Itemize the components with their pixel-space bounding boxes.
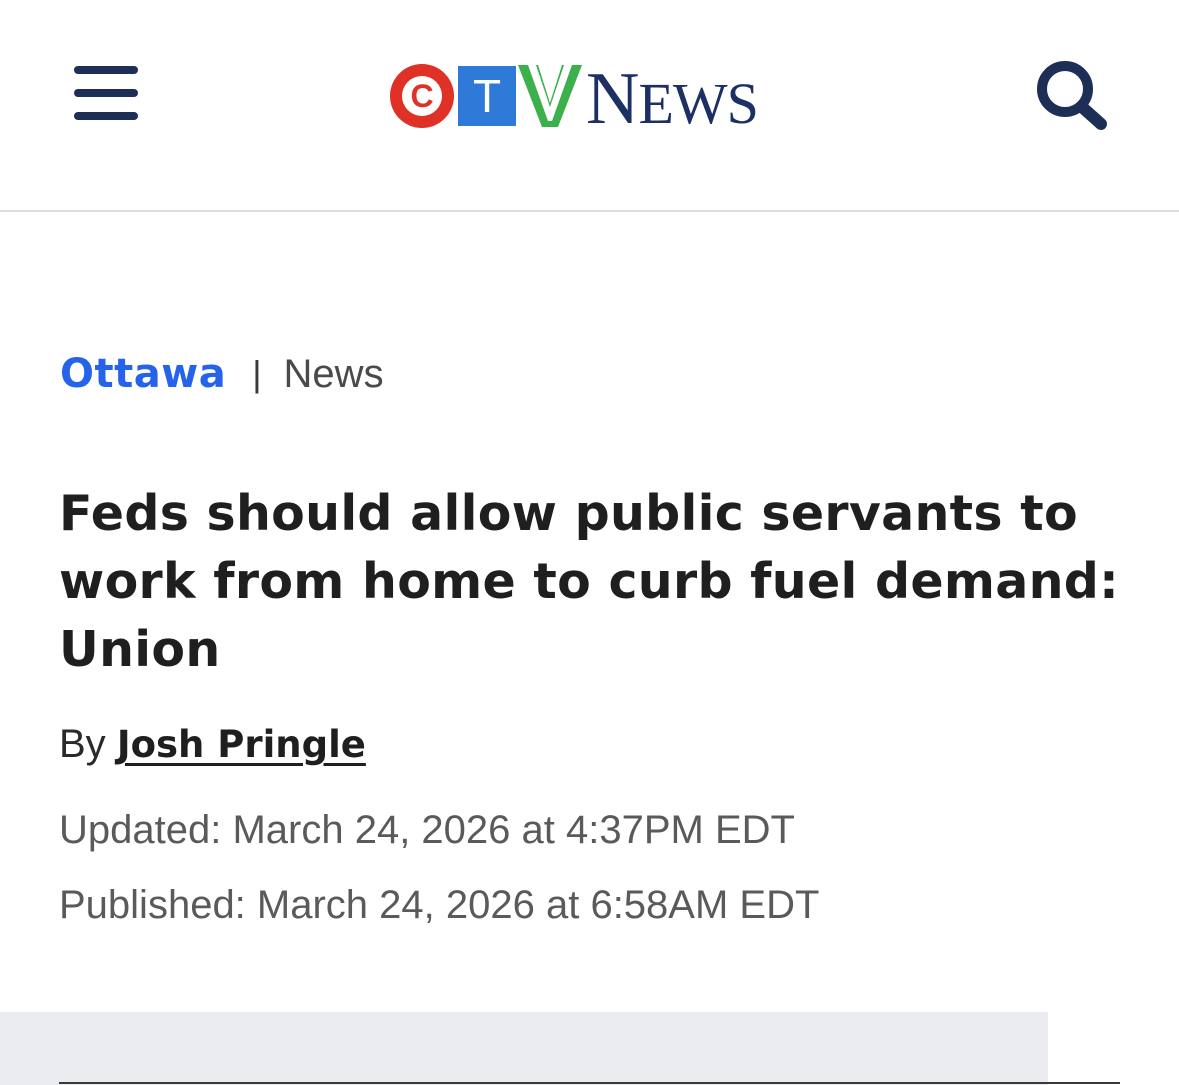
article-byline: By Josh Pringle (59, 722, 366, 767)
breadcrumb: Ottawa | News (60, 346, 384, 402)
logo-c-mark: C (390, 64, 454, 128)
breadcrumb-section-link[interactable]: Ottawa (60, 351, 226, 397)
breadcrumb-separator: | (252, 353, 262, 394)
logo-v-mark (518, 65, 582, 127)
published-timestamp: Published: March 24, 2026 at 6:58AM EDT (59, 883, 820, 927)
author-link[interactable]: Josh Pringle (117, 723, 366, 766)
hamburger-icon-bar-bottom (74, 112, 138, 120)
logo-news-wordmark: NEWS (586, 62, 759, 136)
site-header: C T NEWS (0, 0, 1179, 212)
logo-news-initial: N (586, 58, 639, 140)
hamburger-icon-bar-middle (74, 89, 138, 97)
logo-news-rest: EWS (638, 71, 758, 136)
ctv-news-logo[interactable]: C T NEWS (390, 58, 759, 136)
logo-c-letter: C (402, 76, 442, 116)
search-icon (1037, 61, 1107, 130)
byline-prefix: By (59, 722, 106, 766)
search-button[interactable] (1033, 58, 1111, 132)
content-divider (59, 1082, 1120, 1084)
breadcrumb-subsection: News (283, 351, 384, 396)
hamburger-icon-bar-top (74, 66, 138, 74)
article-headline: Feds should allow public servants to wor… (59, 485, 1120, 678)
updated-timestamp: Updated: March 24, 2026 at 4:37PM EDT (59, 808, 795, 852)
ad-placeholder (0, 1012, 1048, 1085)
logo-t-mark: T (458, 66, 516, 126)
menu-button[interactable] (74, 66, 140, 122)
